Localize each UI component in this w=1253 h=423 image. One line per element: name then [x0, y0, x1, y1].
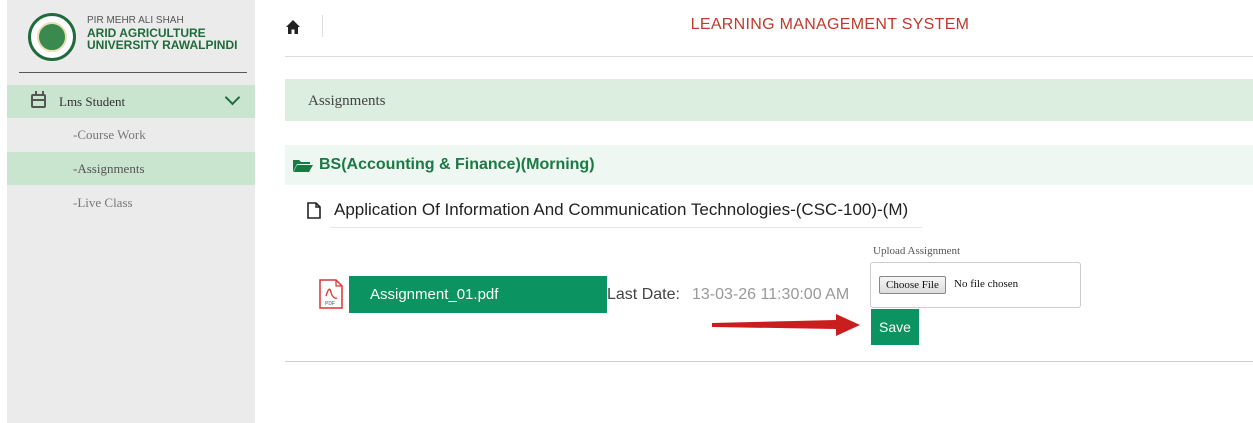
- calendar-icon: [31, 91, 46, 108]
- content-bottom-divider: [285, 361, 1253, 362]
- course-title[interactable]: Application Of Information And Communica…: [334, 200, 908, 220]
- choose-file-button[interactable]: Choose File: [879, 276, 946, 294]
- menu-lms-student[interactable]: Lms Student: [7, 85, 255, 118]
- sidebar-item-assignments[interactable]: -Assignments: [7, 152, 255, 185]
- file-input[interactable]: Choose File No file chosen: [870, 262, 1081, 308]
- svg-text:PDF: PDF: [325, 301, 335, 307]
- program-title: BS(Accounting & Finance)(Morning): [319, 156, 595, 173]
- file-status-text: No file chosen: [954, 278, 1019, 290]
- logo-divider: [19, 72, 247, 73]
- app-title: LEARNING MANAGEMENT SYSTEM: [690, 16, 970, 33]
- home-icon[interactable]: [286, 20, 300, 34]
- program-header[interactable]: BS(Accounting & Finance)(Morning): [285, 145, 1253, 185]
- course-underline: [330, 227, 922, 228]
- arrow-right-icon: [712, 314, 860, 336]
- document-icon: [307, 202, 321, 219]
- header-divider: [322, 15, 323, 37]
- university-seal-icon: [28, 13, 76, 61]
- header-underline: [285, 56, 1253, 57]
- university-logo-area[interactable]: PIR MEHR ALI SHAH ARID AGRICULTURE UNIVE…: [7, 0, 255, 74]
- upload-assignment-label: Upload Assignment: [873, 245, 961, 257]
- chevron-down-icon[interactable]: [224, 89, 241, 106]
- logo-line-3: UNIVERSITY RAWALPINDI: [87, 38, 238, 52]
- page-title: Assignments: [308, 93, 386, 109]
- menu-lms-student-label: Lms Student: [59, 94, 126, 109]
- page-title-bar: Assignments: [285, 79, 1253, 121]
- sidebar-item-course-work[interactable]: -Course Work: [7, 118, 255, 151]
- last-date-label: Last Date:: [607, 286, 680, 303]
- last-date-value: 13-03-26 11:30:00 AM: [692, 286, 850, 303]
- sidebar-item-live-class[interactable]: -Live Class: [7, 186, 255, 219]
- folder-open-icon: [293, 160, 313, 172]
- save-button[interactable]: Save: [871, 309, 919, 345]
- pdf-icon: PDF: [319, 279, 343, 309]
- assignment-file-link[interactable]: Assignment_01.pdf: [349, 276, 607, 313]
- university-name: PIR MEHR ALI SHAH ARID AGRICULTURE UNIVE…: [87, 15, 237, 51]
- sidebar: PIR MEHR ALI SHAH ARID AGRICULTURE UNIVE…: [7, 0, 255, 423]
